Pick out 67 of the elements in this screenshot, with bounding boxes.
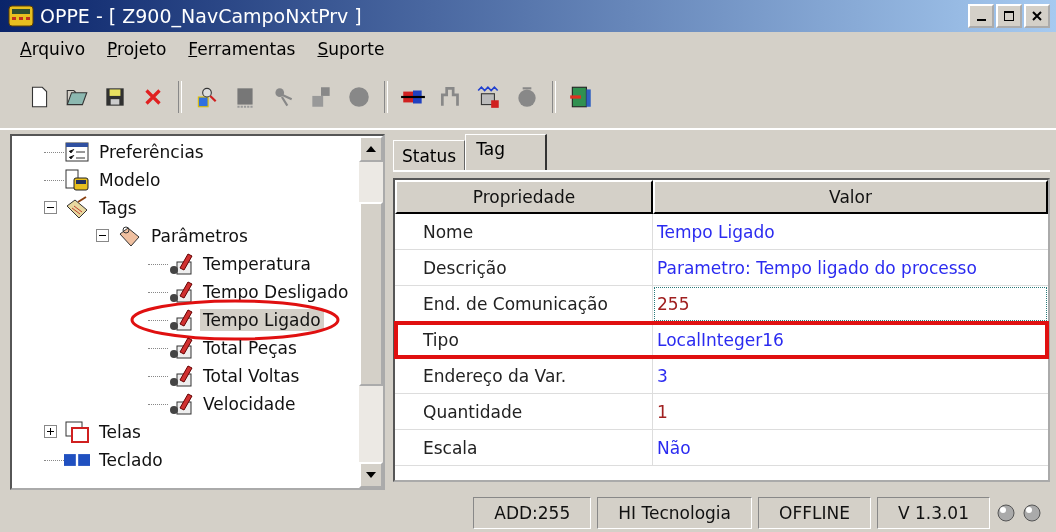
column-header[interactable]: Valor xyxy=(653,180,1048,214)
property-cell: Tipo xyxy=(395,322,653,358)
value-cell[interactable]: Tempo Ligado xyxy=(653,214,1048,250)
property-cell: Descrição xyxy=(395,250,653,286)
expander-icon[interactable] xyxy=(96,229,110,243)
calculator-icon xyxy=(8,5,34,27)
property-cell: Nome xyxy=(395,214,653,250)
tree-item[interactable]: Total Peças xyxy=(200,337,300,359)
scroll-thumb[interactable] xyxy=(359,202,383,386)
pencil-tag-icon xyxy=(168,280,194,304)
scrollbar[interactable] xyxy=(359,136,383,488)
window-title: OPPE - [ Z900_NavCampoNxtPrv ] xyxy=(40,5,363,27)
tree-item[interactable]: Tempo Desligado xyxy=(200,281,352,303)
value-cell[interactable]: Parametro: Tempo ligado do processo xyxy=(653,250,1048,286)
value-cell[interactable]: LocalInteger16 xyxy=(653,322,1048,358)
status-led-icon xyxy=(1022,503,1042,523)
tree-item[interactable]: Tags xyxy=(96,197,140,219)
tree-item[interactable]: Tempo Ligado xyxy=(200,309,324,331)
tree-item[interactable]: Modelo xyxy=(96,169,164,191)
menu-item[interactable]: Ferramentas xyxy=(188,39,296,59)
tree-item[interactable]: Teclado xyxy=(96,449,166,471)
menu-item[interactable]: Projeto xyxy=(107,39,167,59)
status-panel: OFFLINE xyxy=(758,497,871,529)
signal-chip-icon[interactable] xyxy=(476,84,502,110)
property-cell: Quantidade xyxy=(395,394,653,430)
pencil-tag-icon xyxy=(168,252,194,276)
tree-item[interactable]: Total Voltas xyxy=(200,365,303,387)
status-led-icon xyxy=(996,503,1016,523)
status-panel: HI Tecnologia xyxy=(597,497,752,529)
value-cell[interactable]: 255 xyxy=(653,286,1048,322)
pencil-tag-icon xyxy=(168,336,194,360)
close-icon xyxy=(1031,10,1043,22)
tree-item[interactable]: Preferências xyxy=(96,141,207,163)
pencil-tag-icon xyxy=(168,392,194,416)
exit-door-icon[interactable] xyxy=(568,84,594,110)
column-header[interactable]: Propriedade xyxy=(395,180,653,214)
status-panel: V 1.3.01 xyxy=(876,497,990,529)
up-arrow-icon xyxy=(365,145,377,153)
pencil-tag-icon xyxy=(168,308,194,332)
menu-item[interactable]: Arquivo xyxy=(20,39,86,59)
maximize-button[interactable] xyxy=(996,4,1022,28)
checklist-icon xyxy=(64,140,90,164)
tags-icon xyxy=(64,196,90,220)
close-button[interactable] xyxy=(1024,4,1050,28)
tree-item[interactable]: Velocidade xyxy=(200,393,299,415)
tree-item[interactable]: Temperatura xyxy=(200,253,315,275)
maximize-icon xyxy=(1003,10,1015,22)
expander-icon[interactable] xyxy=(44,425,58,439)
calculator-icon xyxy=(64,168,90,192)
tab[interactable]: Tag xyxy=(465,134,547,170)
minimize-icon xyxy=(976,19,986,21)
status-panel: ADD:255 xyxy=(473,497,592,529)
property-cell: End. de Comunicação xyxy=(395,286,653,322)
tab[interactable]: Status xyxy=(393,140,466,170)
value-cell[interactable]: 3 xyxy=(653,358,1048,394)
minimize-button[interactable] xyxy=(968,4,994,28)
screens-icon xyxy=(64,420,90,444)
value-cell[interactable]: Não xyxy=(653,430,1048,466)
menu-item[interactable]: Suporte xyxy=(317,39,385,59)
property-cell: Endereço da Var. xyxy=(395,358,653,394)
value-cell[interactable]: 1 xyxy=(653,394,1048,430)
tree-item[interactable]: Parâmetros xyxy=(148,225,251,247)
down-arrow-icon xyxy=(365,471,377,479)
expander-icon[interactable] xyxy=(44,201,58,215)
pencil-tag-icon xyxy=(168,364,194,388)
tree-item[interactable]: Telas xyxy=(96,421,144,443)
property-cell: Escala xyxy=(395,430,653,466)
